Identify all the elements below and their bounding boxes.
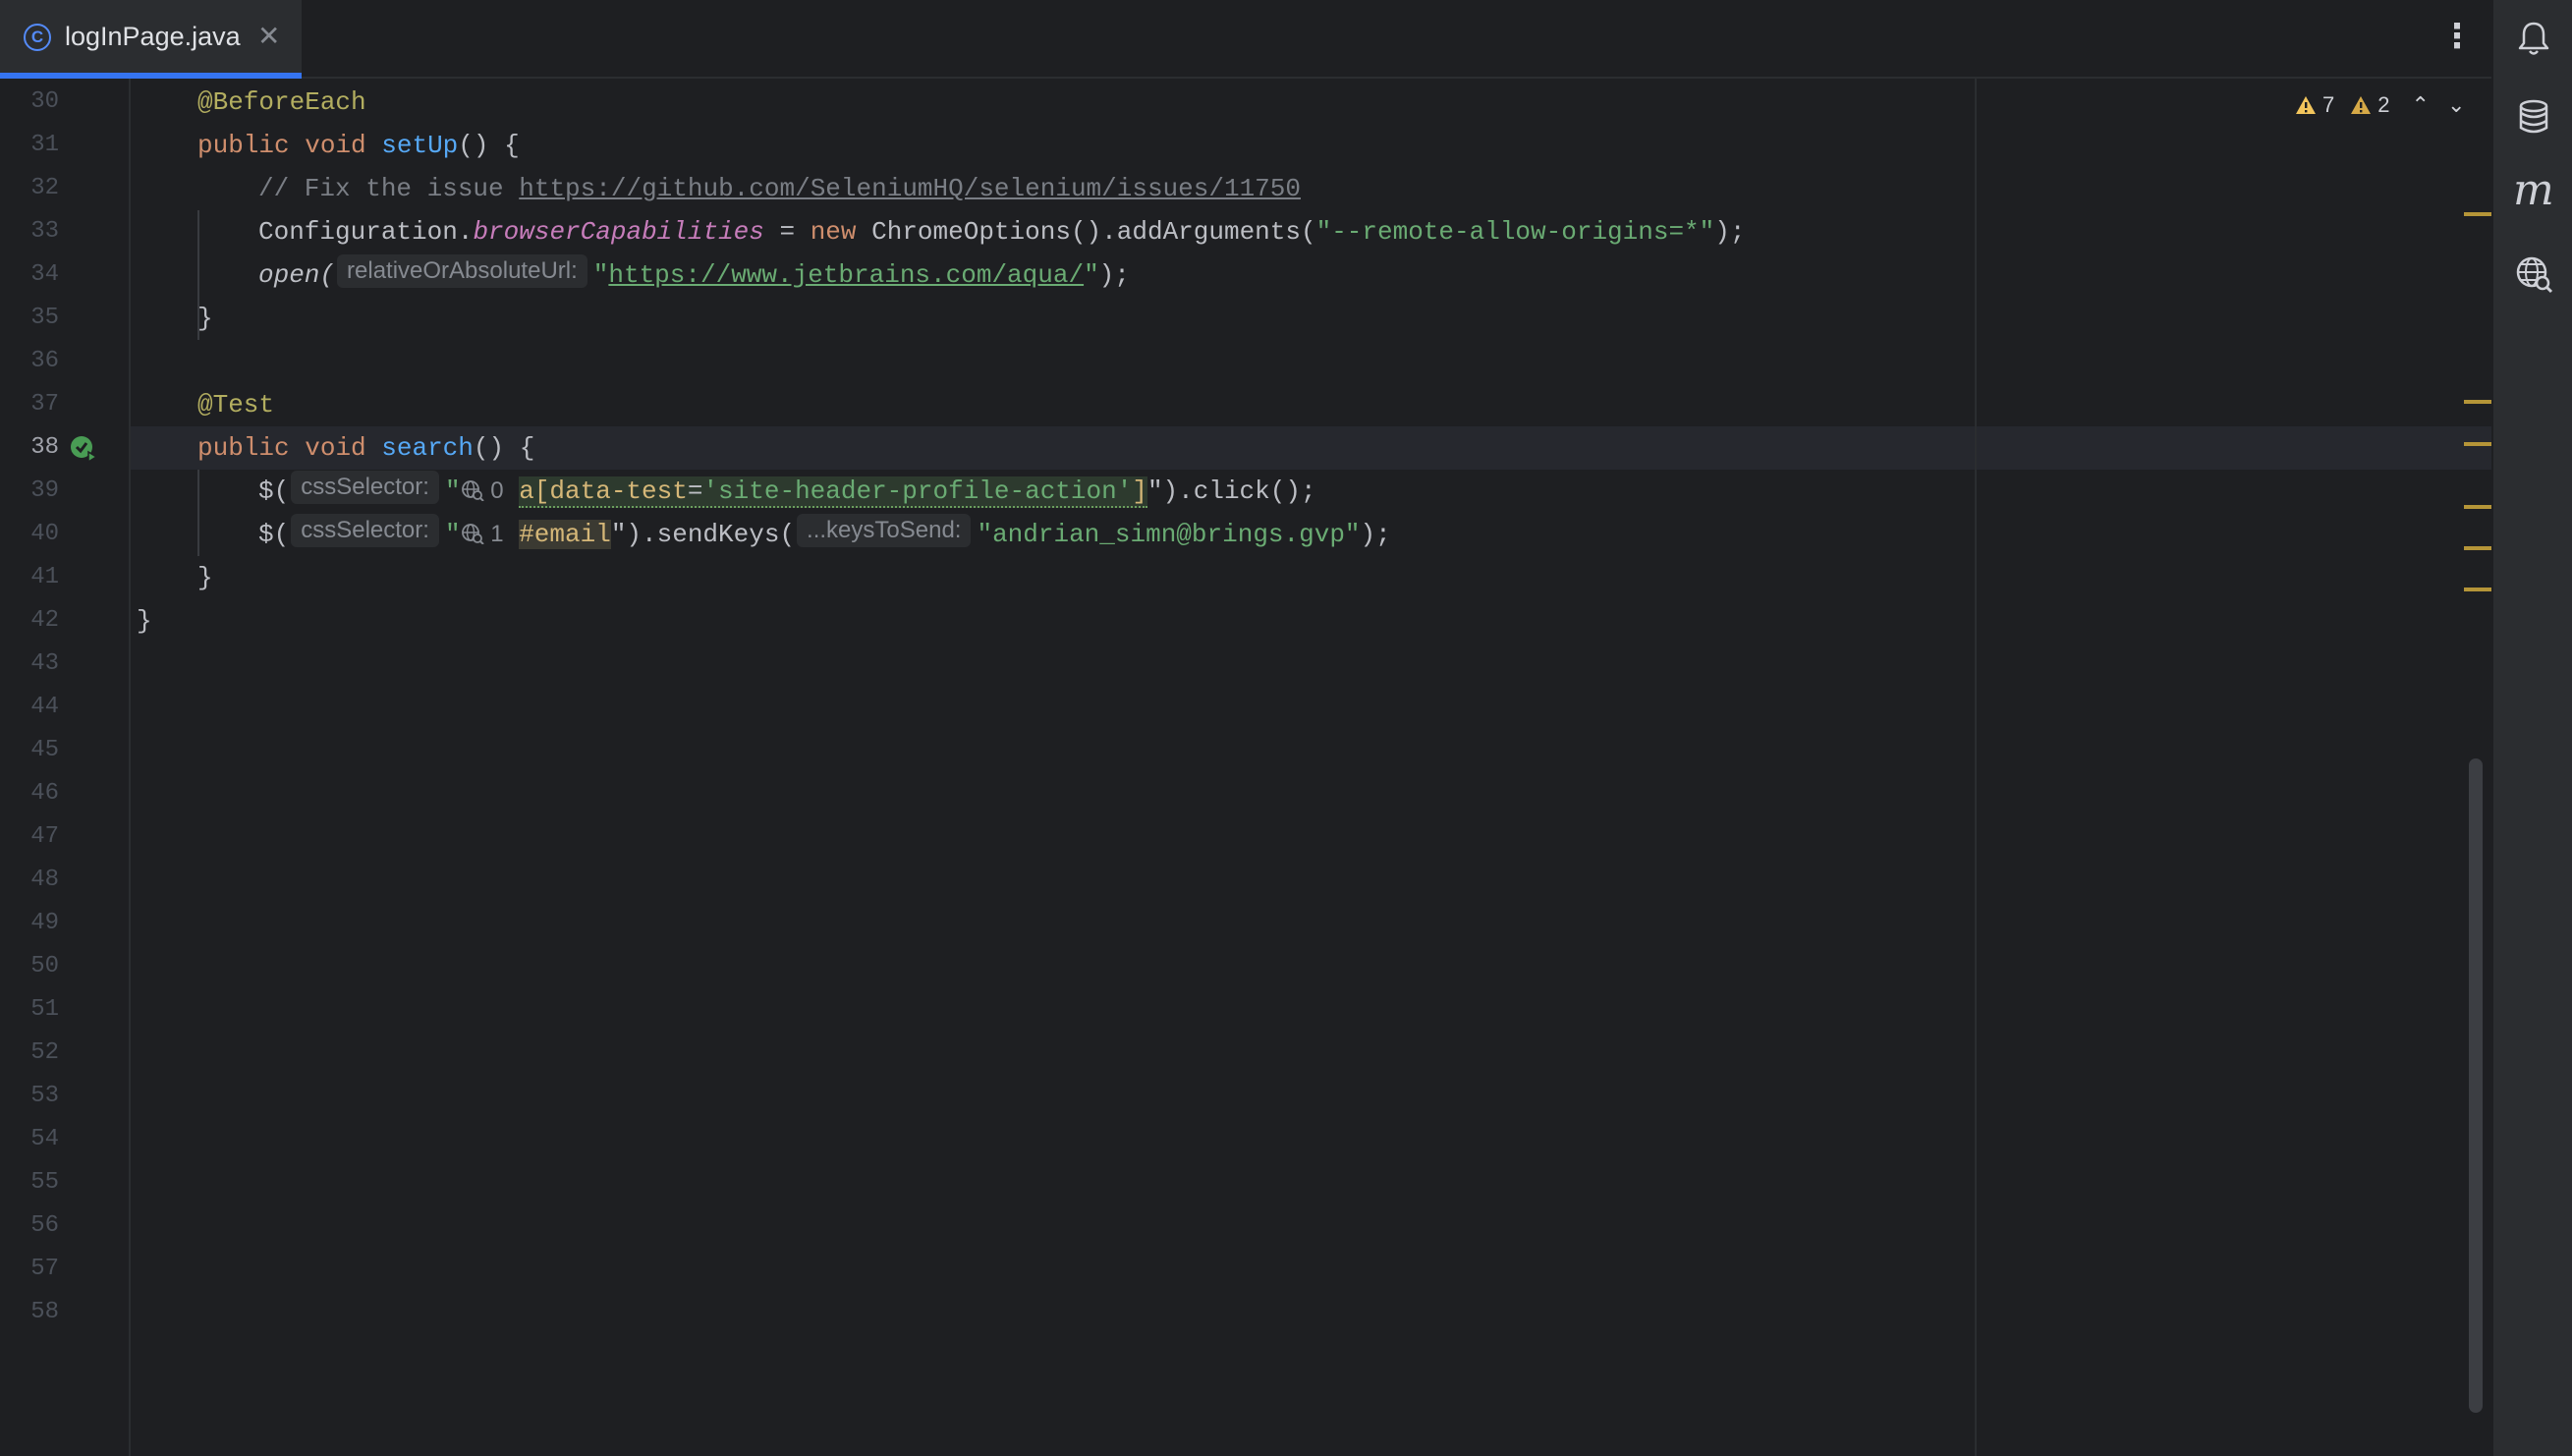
- line-number: 31: [30, 132, 59, 158]
- line-number: 41: [30, 564, 59, 590]
- line-number-current: 38: [30, 434, 59, 461]
- editor-tab-bar: C logInPage.java ✕ ⋮: [0, 0, 2491, 79]
- inspection-widget[interactable]: 7 2 ⌃ ⌄: [2295, 90, 2465, 120]
- code-line-38: public void search() {: [197, 433, 535, 463]
- line-number: 56: [30, 1212, 59, 1239]
- selector-match-count[interactable]: 1: [461, 521, 504, 547]
- run-test-icon[interactable]: [69, 434, 98, 464]
- warning-stripe-mark[interactable]: [2464, 400, 2491, 404]
- code-line-39: $(cssSelector: " 0 a[data-test='site-head…: [258, 470, 1316, 513]
- line-number: 54: [30, 1126, 59, 1152]
- tab-title: logInPage.java: [65, 22, 241, 51]
- line-number: 34: [30, 261, 59, 288]
- warning-stripe-mark[interactable]: [2464, 442, 2491, 446]
- code-editor[interactable]: @BeforeEach public void setUp() { // Fix…: [131, 79, 2491, 1456]
- line-number: 52: [30, 1039, 59, 1066]
- line-number: 47: [30, 823, 59, 850]
- param-hint: ...keysToSend:: [797, 514, 972, 547]
- line-number: 35: [30, 305, 59, 331]
- line-number: 44: [30, 694, 59, 720]
- line-number: 50: [30, 953, 59, 980]
- right-margin-guide: [1975, 79, 1977, 1456]
- code-line-33: Configuration.browserCapabilities = new …: [258, 217, 1746, 247]
- param-hint: cssSelector:: [291, 471, 439, 504]
- code-line-35: }: [197, 304, 213, 333]
- line-number: 57: [30, 1256, 59, 1282]
- code-line-32: // Fix the issue https://github.com/Sele…: [258, 174, 1301, 203]
- code-line-37: @Test: [197, 390, 275, 420]
- line-number: 40: [30, 521, 59, 547]
- warning-stripe-mark[interactable]: [2464, 212, 2491, 216]
- notifications-bell-icon[interactable]: [2513, 18, 2554, 59]
- web-inspector-icon[interactable]: [2513, 253, 2554, 295]
- code-line-31: public void setUp() {: [197, 131, 520, 160]
- issue-link[interactable]: https://github.com/SeleniumHQ/selenium/i…: [519, 174, 1301, 203]
- line-number: 36: [30, 348, 59, 374]
- line-number: 58: [30, 1299, 59, 1325]
- maven-icon[interactable]: m: [2513, 169, 2554, 212]
- line-number: 37: [30, 391, 59, 418]
- ide-window: C logInPage.java ✕ ⋮ m 30 31 32 33 34 35…: [0, 0, 2572, 1456]
- line-number: 30: [30, 88, 59, 115]
- line-number: 49: [30, 910, 59, 936]
- right-tool-strip: m: [2491, 0, 2572, 1456]
- previous-highlight-icon[interactable]: ⌃: [2412, 93, 2430, 118]
- weak-warning-icon: [2351, 96, 2372, 114]
- web-locator-icon: [461, 480, 484, 502]
- warning-stripe-mark[interactable]: [2464, 588, 2491, 591]
- close-tab-icon[interactable]: ✕: [257, 20, 280, 53]
- database-icon[interactable]: [2513, 96, 2554, 138]
- line-number: 48: [30, 867, 59, 893]
- line-number: 42: [30, 607, 59, 634]
- param-hint: cssSelector:: [291, 514, 439, 547]
- warning-count: 7: [2322, 92, 2335, 117]
- code-line-30: @BeforeEach: [197, 87, 366, 117]
- weak-warning-count: 2: [2377, 92, 2390, 117]
- line-number: 46: [30, 780, 59, 807]
- line-number: 43: [30, 650, 59, 677]
- line-number: 32: [30, 175, 59, 201]
- indent-guide: [197, 470, 199, 556]
- line-number: 51: [30, 996, 59, 1023]
- warning-icon: [2296, 96, 2316, 114]
- tab-loginpage-java[interactable]: C logInPage.java ✕: [0, 0, 302, 79]
- param-hint: relativeOrAbsoluteUrl:: [337, 254, 587, 288]
- next-highlight-icon[interactable]: ⌄: [2447, 93, 2465, 118]
- line-number: 53: [30, 1083, 59, 1109]
- line-number: 39: [30, 477, 59, 504]
- line-number: 55: [30, 1169, 59, 1196]
- web-locator-icon: [461, 524, 484, 545]
- java-class-icon: C: [24, 24, 51, 51]
- aqua-link[interactable]: https://www.jetbrains.com/aqua/: [608, 260, 1084, 290]
- code-line-42: }: [137, 606, 152, 636]
- vertical-scrollbar-thumb[interactable]: [2469, 758, 2483, 1413]
- line-number-gutter: 30 31 32 33 34 35 36 37 38 39 40 41 42 4…: [0, 79, 131, 1456]
- warning-stripe-mark[interactable]: [2464, 546, 2491, 550]
- code-line-34: open(relativeOrAbsoluteUrl: "https://www.…: [258, 253, 1130, 297]
- selector-match-count[interactable]: 0: [461, 477, 504, 504]
- code-line-41: }: [197, 563, 213, 592]
- code-line-40: $(cssSelector: " 1 #email").sendKeys(...k…: [258, 513, 1391, 556]
- warning-stripe-mark[interactable]: [2464, 505, 2491, 509]
- line-number: 45: [30, 737, 59, 763]
- line-number: 33: [30, 218, 59, 245]
- more-options-icon[interactable]: ⋮: [2440, 20, 2474, 53]
